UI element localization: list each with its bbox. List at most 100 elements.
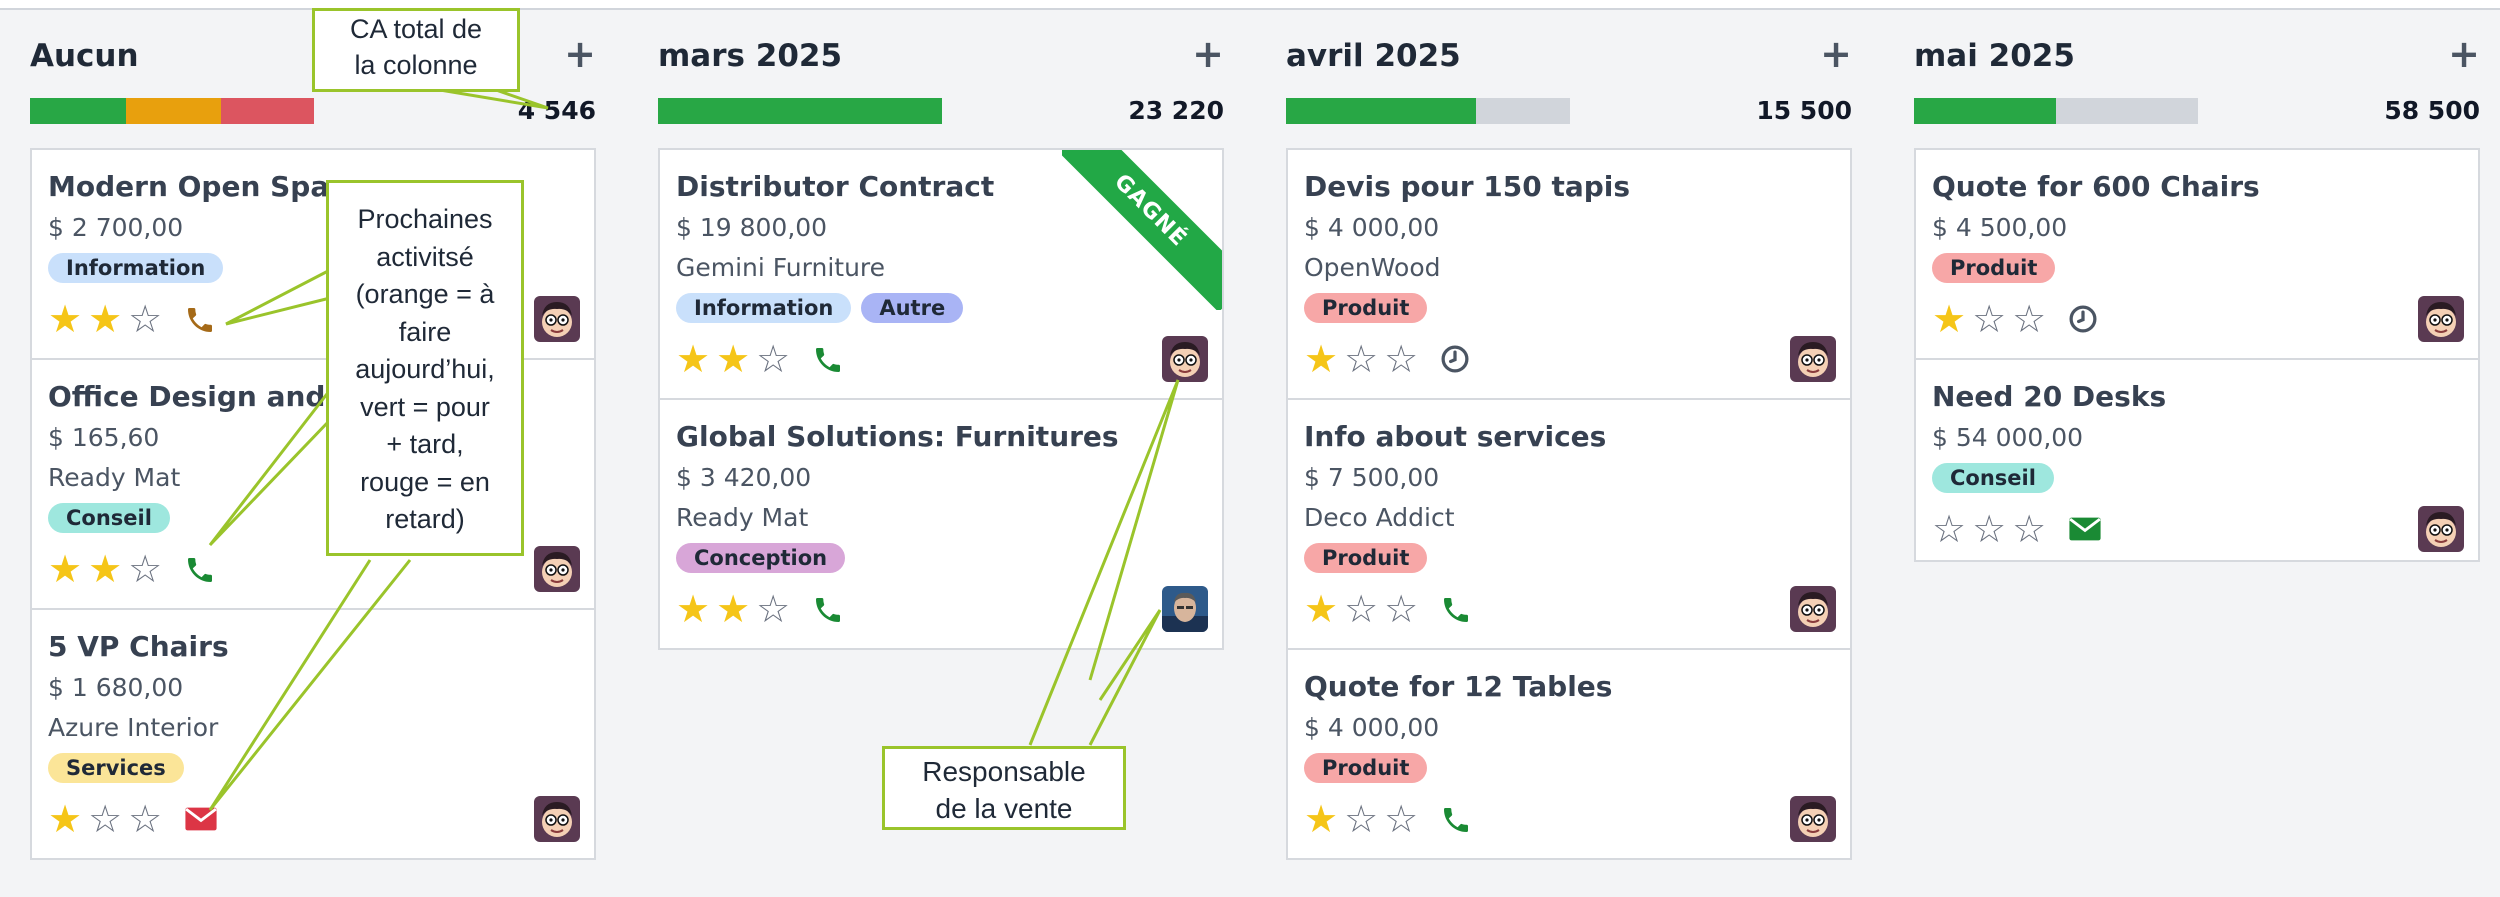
- star-empty-icon[interactable]: ☆: [1384, 800, 1418, 838]
- phone-icon[interactable]: [812, 594, 844, 626]
- column-progress-bar[interactable]: [658, 98, 942, 124]
- tag-badge: Services: [48, 753, 184, 783]
- star-empty-icon[interactable]: ☆: [1344, 590, 1378, 628]
- salesperson-avatar[interactable]: [1162, 586, 1208, 632]
- card-title: Modern Open Space: [48, 170, 365, 203]
- callout-text: rouge = en: [360, 466, 490, 497]
- card-company: Azure Interior: [48, 713, 219, 742]
- kanban-card[interactable]: Quote for 600 Chairs $ 4 500,00 Produit ★ ☆ ☆: [1916, 150, 2478, 360]
- salesperson-avatar[interactable]: [534, 546, 580, 592]
- star-empty-icon[interactable]: ☆: [1384, 590, 1418, 628]
- card-title: Office Design and Ar: [48, 380, 371, 413]
- salesperson-avatar[interactable]: [1162, 336, 1208, 382]
- star-empty-icon[interactable]: ☆: [88, 800, 122, 838]
- phone-icon[interactable]: [184, 304, 216, 336]
- callout-column-total: CA total de la colonne: [312, 8, 520, 92]
- tag-badge: Information: [676, 293, 852, 323]
- column-title: Aucun: [30, 38, 139, 74]
- salesperson-avatar[interactable]: [1790, 796, 1836, 842]
- clock-icon[interactable]: [1440, 344, 1472, 376]
- column-progress-bar[interactable]: [1914, 98, 2198, 124]
- progress-segment[interactable]: [1914, 98, 2056, 124]
- kanban-card[interactable]: Global Solutions: Furnitures $ 3 420,00 Re…: [660, 400, 1222, 648]
- envelope-icon[interactable]: [184, 804, 217, 836]
- progress-segment[interactable]: [658, 98, 942, 124]
- column-header: avril 2025 +: [1286, 28, 1852, 88]
- kanban-card[interactable]: Need 20 Desks $ 54 000,00 Conseil ☆ ☆ ☆: [1916, 360, 2478, 560]
- star-empty-icon[interactable]: ☆: [1932, 510, 1966, 548]
- tag-badge: Conseil: [48, 503, 170, 533]
- star-empty-icon[interactable]: ☆: [128, 800, 162, 838]
- add-card-button[interactable]: +: [2448, 34, 2480, 74]
- star-empty-icon[interactable]: ☆: [1384, 340, 1418, 378]
- salesperson-avatar[interactable]: [1790, 336, 1836, 382]
- star-filled-icon[interactable]: ★: [1304, 340, 1338, 378]
- callout-salesperson: Responsable de la vente: [882, 746, 1126, 830]
- add-card-button[interactable]: +: [1820, 34, 1852, 74]
- phone-icon[interactable]: [812, 344, 844, 376]
- star-empty-icon[interactable]: ☆: [128, 550, 162, 588]
- add-card-button[interactable]: +: [564, 34, 596, 74]
- card-title: Devis pour 150 tapis: [1304, 170, 1631, 203]
- card-company: Ready Mat: [48, 463, 181, 492]
- card-company: Deco Addict: [1304, 503, 1455, 532]
- star-empty-icon[interactable]: ☆: [1344, 340, 1378, 378]
- card-list: Devis pour 150 tapis $ 4 000,00 OpenWood Pr…: [1286, 148, 1852, 860]
- star-filled-icon[interactable]: ★: [48, 550, 82, 588]
- clock-icon[interactable]: [2068, 304, 2100, 336]
- star-filled-icon[interactable]: ★: [48, 300, 82, 338]
- column-total: 4 546: [517, 96, 596, 125]
- star-filled-icon[interactable]: ★: [676, 590, 710, 628]
- phone-icon[interactable]: [184, 554, 216, 586]
- salesperson-avatar[interactable]: [2418, 506, 2464, 552]
- tag-badge: Produit: [1932, 253, 2056, 283]
- salesperson-avatar[interactable]: [2418, 296, 2464, 342]
- envelope-icon[interactable]: [2068, 514, 2101, 546]
- card-title: Global Solutions: Furnitures: [676, 420, 1119, 453]
- kanban-card[interactable]: Quote for 12 Tables $ 4 000,00 Produit ★ ☆ ☆: [1288, 650, 1850, 858]
- star-filled-icon[interactable]: ★: [88, 550, 122, 588]
- star-empty-icon[interactable]: ☆: [128, 300, 162, 338]
- tag-badge: Produit: [1304, 753, 1428, 783]
- star-filled-icon[interactable]: ★: [48, 800, 82, 838]
- star-empty-icon[interactable]: ☆: [756, 590, 790, 628]
- kanban-card[interactable]: Distributor Contract $ 19 800,00 Gemini Fu…: [660, 150, 1222, 400]
- star-filled-icon[interactable]: ★: [676, 340, 710, 378]
- progress-segment[interactable]: [220, 98, 314, 124]
- star-filled-icon[interactable]: ★: [716, 340, 750, 378]
- salesperson-avatar[interactable]: [1790, 586, 1836, 632]
- tag-badge: Information: [48, 253, 224, 283]
- card-tags: Services: [48, 753, 184, 783]
- column-mai-2025: mai 2025 + 58 500 Quote for 600 Chairs $ …: [1914, 28, 2480, 562]
- star-empty-icon[interactable]: ☆: [2012, 300, 2046, 338]
- phone-icon[interactable]: [1440, 594, 1472, 626]
- add-card-button[interactable]: +: [1192, 34, 1224, 74]
- star-filled-icon[interactable]: ★: [1932, 300, 1966, 338]
- salesperson-avatar[interactable]: [534, 796, 580, 842]
- star-filled-icon[interactable]: ★: [1304, 800, 1338, 838]
- column-progress-bar[interactable]: [30, 98, 314, 124]
- star-filled-icon[interactable]: ★: [716, 590, 750, 628]
- star-filled-icon[interactable]: ★: [1304, 590, 1338, 628]
- card-amount: $ 165,60: [48, 423, 160, 452]
- card-tags: Information Autre: [676, 293, 964, 323]
- column-progress-bar[interactable]: [1286, 98, 1570, 124]
- star-filled-icon[interactable]: ★: [88, 300, 122, 338]
- progress-segment[interactable]: [126, 98, 221, 124]
- callout-text: activitsé: [376, 241, 474, 272]
- kanban-card[interactable]: Devis pour 150 tapis $ 4 000,00 OpenWood Pr…: [1288, 150, 1850, 400]
- card-tags: Conseil: [1932, 463, 2054, 493]
- star-empty-icon[interactable]: ☆: [1344, 800, 1378, 838]
- kanban-card[interactable]: Info about services $ 7 500,00 Deco Addict…: [1288, 400, 1850, 650]
- progress-segment[interactable]: [30, 98, 127, 124]
- star-empty-icon[interactable]: ☆: [1972, 300, 2006, 338]
- star-empty-icon[interactable]: ☆: [1972, 510, 2006, 548]
- star-empty-icon[interactable]: ☆: [2012, 510, 2046, 548]
- progress-segment[interactable]: [1286, 98, 1477, 124]
- card-title: Distributor Contract: [676, 170, 995, 203]
- salesperson-avatar[interactable]: [534, 296, 580, 342]
- card-tags: Produit: [1304, 543, 1428, 573]
- star-empty-icon[interactable]: ☆: [756, 340, 790, 378]
- phone-icon[interactable]: [1440, 804, 1472, 836]
- kanban-card[interactable]: 5 VP Chairs $ 1 680,00 Azure Interior Servi…: [32, 610, 594, 858]
